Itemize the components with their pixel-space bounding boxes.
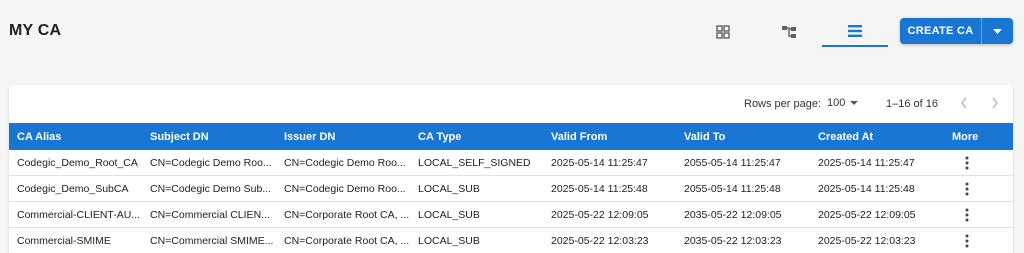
grid-icon bbox=[716, 25, 730, 39]
ca-table-card: Rows per page: 100 1–16 of 16 CA Alias S… bbox=[9, 85, 1013, 253]
created-at-cell: 2025-05-22 12:09:05 bbox=[818, 208, 916, 221]
ca-type-cell: LOCAL_SUB bbox=[418, 182, 480, 195]
create-ca-button[interactable]: CREATE CA bbox=[900, 18, 981, 44]
column-header-issuer-dn[interactable]: Issuer DN bbox=[284, 123, 410, 150]
page-title: MY CA bbox=[9, 22, 62, 39]
more-vertical-icon bbox=[965, 182, 969, 195]
create-ca-split-button[interactable]: CREATE CA bbox=[900, 18, 1013, 44]
valid-to-cell: 2035-05-22 12:09:05 bbox=[684, 208, 782, 221]
caret-down-icon bbox=[850, 101, 859, 105]
valid-to-cell: 2055-05-14 11:25:47 bbox=[684, 156, 781, 169]
list-view-button[interactable] bbox=[822, 17, 888, 47]
subject-dn-cell: CN=Commercial CLIEN... bbox=[150, 208, 270, 221]
valid-from-cell: 2025-05-14 11:25:48 bbox=[551, 182, 648, 195]
created-at-cell: 2025-05-14 11:25:47 bbox=[818, 156, 915, 169]
subject-dn-cell: CN=Codegic Demo Roo... bbox=[150, 156, 272, 169]
valid-to-cell: 2055-05-14 11:25:48 bbox=[684, 182, 781, 195]
tree-icon bbox=[782, 26, 796, 38]
column-header-ca-alias[interactable]: CA Alias bbox=[17, 123, 143, 150]
more-vertical-icon bbox=[965, 156, 969, 169]
caret-down-icon bbox=[993, 28, 1002, 34]
ca-alias-cell: Commercial-CLIENT-AU... bbox=[17, 208, 141, 221]
tree-view-button[interactable] bbox=[756, 17, 822, 47]
ca-type-cell: LOCAL_SUB bbox=[418, 208, 480, 221]
more-actions-button[interactable] bbox=[962, 202, 972, 227]
subject-dn-cell: CN=Codegic Demo Sub... bbox=[150, 182, 272, 195]
subject-dn-cell: CN=Commercial SMIME... bbox=[150, 234, 274, 247]
pagination: Rows per page: 100 1–16 of 16 bbox=[9, 85, 1013, 123]
list-icon bbox=[848, 25, 862, 37]
more-actions-button[interactable] bbox=[962, 176, 972, 201]
column-header-valid-from[interactable]: Valid From bbox=[551, 123, 677, 150]
grid-view-button[interactable] bbox=[690, 17, 756, 47]
created-at-cell: 2025-05-22 12:03:23 bbox=[818, 234, 916, 247]
rows-per-page-label: Rows per page: bbox=[744, 98, 822, 110]
column-header-ca-type[interactable]: CA Type bbox=[418, 123, 544, 150]
table-header: CA Alias Subject DN Issuer DN CA Type Va… bbox=[9, 123, 1013, 150]
ca-type-cell: LOCAL_SUB bbox=[418, 234, 480, 247]
rows-per-page-value: 100 bbox=[827, 97, 846, 109]
table-row[interactable]: Codegic_Demo_Root_CA CN=Codegic Demo Roo… bbox=[9, 150, 1013, 176]
more-actions-button[interactable] bbox=[962, 150, 972, 175]
issuer-dn-cell: CN=Corporate Root CA, ... bbox=[284, 234, 410, 247]
more-vertical-icon bbox=[965, 208, 969, 221]
valid-from-cell: 2025-05-22 12:09:05 bbox=[551, 208, 649, 221]
chevron-left-icon bbox=[960, 97, 967, 109]
table-row[interactable]: Codegic_Demo_SubCA CN=Codegic Demo Sub..… bbox=[9, 176, 1013, 202]
column-header-more: More bbox=[952, 130, 979, 143]
issuer-dn-cell: CN=Codegic Demo Roo... bbox=[284, 156, 406, 169]
issuer-dn-cell: CN=Corporate Root CA, ... bbox=[284, 208, 410, 221]
table-row[interactable]: Commercial-CLIENT-AU... CN=Commercial CL… bbox=[9, 202, 1013, 228]
more-actions-button[interactable] bbox=[962, 228, 972, 253]
valid-from-cell: 2025-05-14 11:25:47 bbox=[551, 156, 648, 169]
ca-alias-cell: Codegic_Demo_SubCA bbox=[17, 182, 129, 195]
ca-alias-cell: Codegic_Demo_Root_CA bbox=[17, 156, 138, 169]
chevron-right-icon bbox=[992, 97, 999, 109]
created-at-cell: 2025-05-14 11:25:48 bbox=[818, 182, 915, 195]
valid-to-cell: 2035-05-22 12:03:23 bbox=[684, 234, 782, 247]
ca-type-cell: LOCAL_SELF_SIGNED bbox=[418, 156, 531, 169]
ca-alias-cell: Commercial-SMIME bbox=[17, 234, 111, 247]
table-row[interactable]: Commercial-SMIME CN=Commercial SMIME... … bbox=[9, 228, 1013, 253]
column-header-created-at[interactable]: Created At bbox=[818, 123, 944, 150]
rows-per-page-select[interactable]: 100 bbox=[827, 97, 859, 109]
page-range: 1–16 of 16 bbox=[886, 98, 938, 110]
previous-page-button[interactable] bbox=[960, 96, 968, 113]
column-header-valid-to[interactable]: Valid To bbox=[684, 123, 810, 150]
issuer-dn-cell: CN=Codegic Demo Roo... bbox=[284, 182, 406, 195]
column-header-subject-dn[interactable]: Subject DN bbox=[150, 123, 277, 150]
more-vertical-icon bbox=[965, 234, 969, 247]
create-ca-dropdown-button[interactable] bbox=[981, 18, 1013, 44]
next-page-button[interactable] bbox=[991, 96, 999, 113]
valid-from-cell: 2025-05-22 12:03:23 bbox=[551, 234, 649, 247]
